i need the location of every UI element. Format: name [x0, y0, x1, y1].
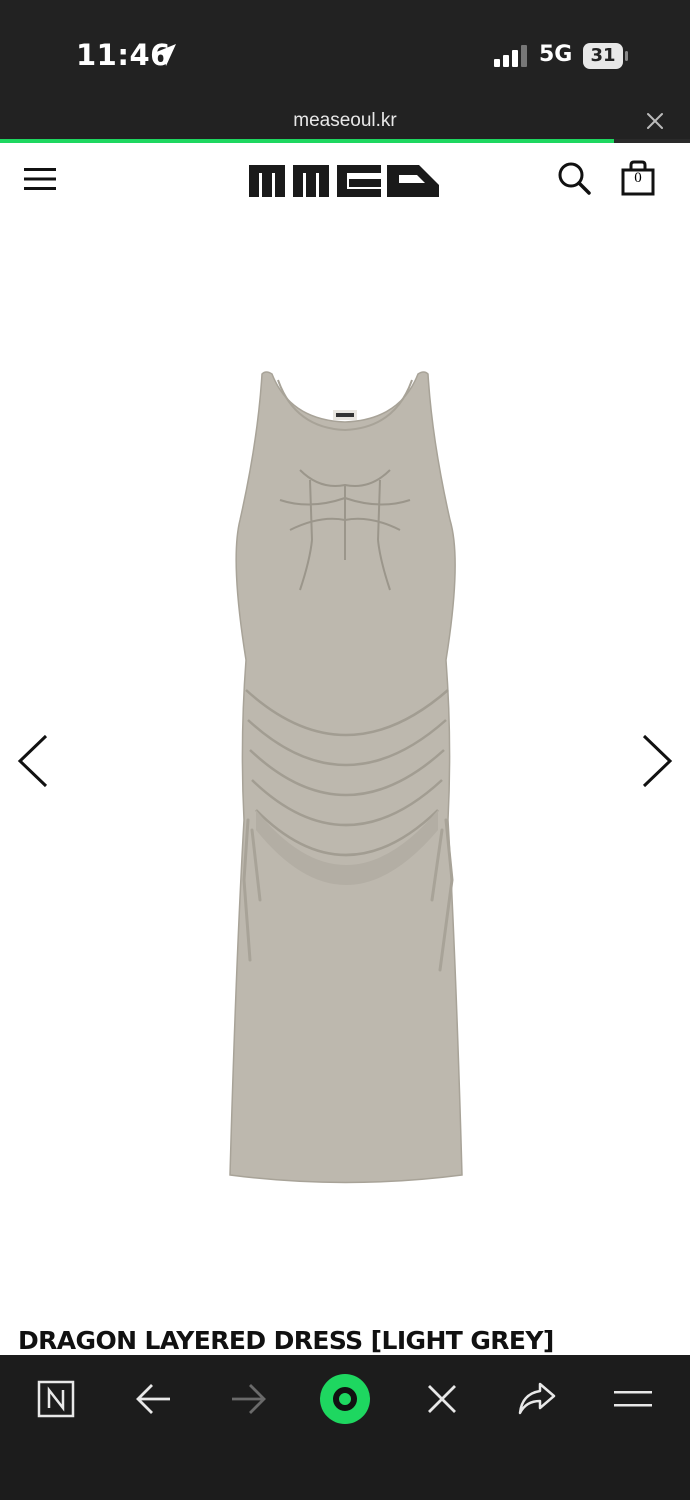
- product-title: DRAGON LAYERED DRESS [LIGHT GREY]: [18, 1326, 554, 1355]
- brand-logo[interactable]: [249, 163, 439, 197]
- previous-image-arrow-icon[interactable]: [14, 732, 52, 790]
- search-icon[interactable]: [556, 160, 592, 196]
- location-arrow-icon: [154, 44, 176, 66]
- share-icon[interactable]: [516, 1380, 558, 1418]
- forward-arrow-icon[interactable]: [228, 1380, 268, 1418]
- close-icon[interactable]: [646, 112, 664, 130]
- url-text[interactable]: measeoul.kr: [0, 110, 690, 132]
- battery-level: 31: [590, 45, 616, 66]
- product-image: [229, 371, 463, 1184]
- network-type: 5G: [539, 42, 573, 67]
- next-image-arrow-icon[interactable]: [638, 732, 676, 790]
- naver-n-icon[interactable]: [37, 1380, 75, 1418]
- back-arrow-icon[interactable]: [134, 1380, 174, 1418]
- signal-icon: [494, 45, 527, 67]
- home-icon[interactable]: [319, 1373, 371, 1425]
- cart-count: 0: [634, 170, 642, 186]
- menu-icon[interactable]: [612, 1385, 654, 1413]
- close-icon[interactable]: [423, 1380, 461, 1418]
- menu-icon[interactable]: [24, 167, 56, 191]
- url-bar[interactable]: measeoul.kr: [0, 108, 690, 142]
